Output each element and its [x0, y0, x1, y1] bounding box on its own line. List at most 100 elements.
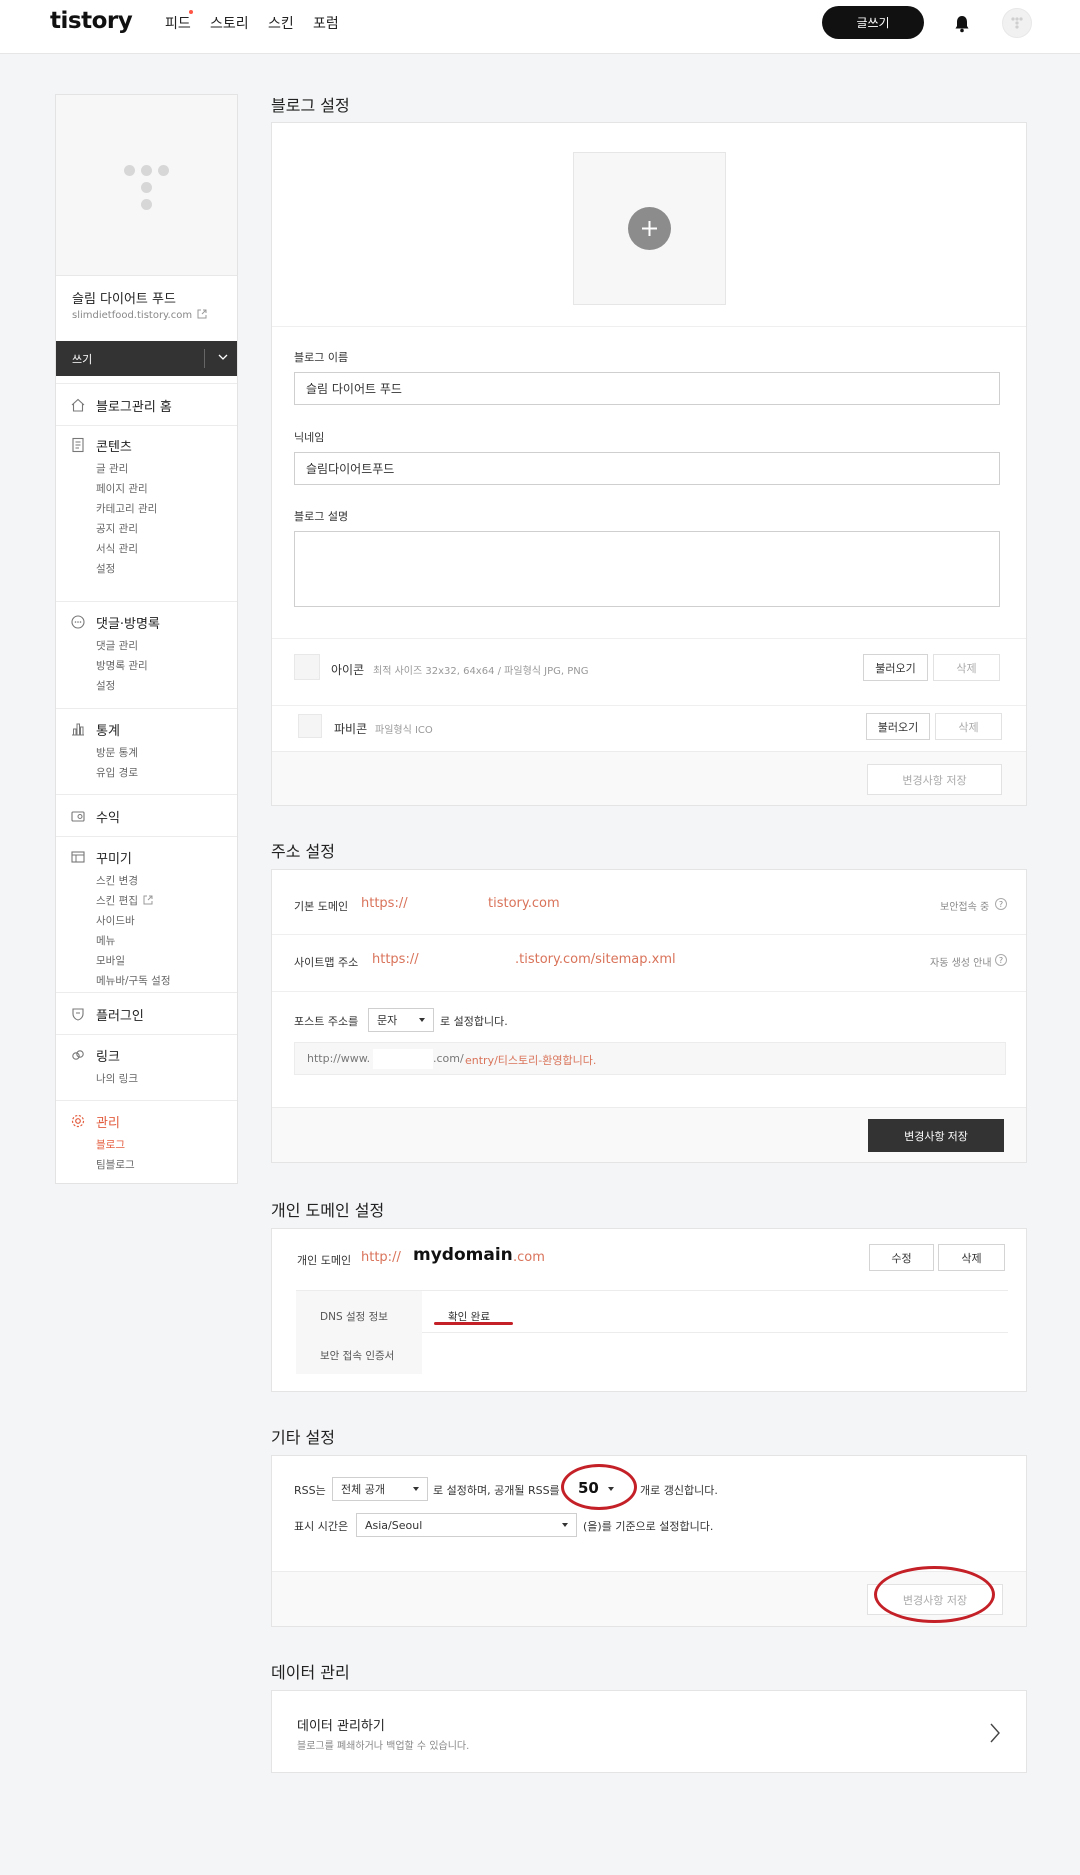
- sidebar-item-comment-manage[interactable]: 댓글 관리: [96, 638, 138, 653]
- preview-mid: .com/: [433, 1052, 464, 1065]
- rss-mid-label: 로 설정하며, 공개될 RSS를: [433, 1484, 560, 1497]
- sidebar-item-referrers[interactable]: 유입 경로: [96, 765, 138, 780]
- sidebar-item-pages[interactable]: 페이지 관리: [96, 481, 148, 496]
- blog-name-input[interactable]: 슬림 다이어트 푸드: [294, 372, 1000, 405]
- timezone-select[interactable]: Asia/Seoul: [356, 1513, 577, 1537]
- sidebar-item-skin-change[interactable]: 스킨 변경: [96, 873, 138, 888]
- sidebar-head-home[interactable]: 블로그관리 홈: [96, 396, 172, 415]
- custom-domain-title: 개인 도메인 설정: [271, 1201, 385, 1220]
- rss-visibility-select[interactable]: 전체 공개: [332, 1477, 428, 1501]
- blog-settings-footer: 변경사항 저장: [272, 751, 1026, 805]
- icon-hint: 최적 사이즈 32x32, 64x64 / 파일형식 JPG, PNG: [373, 666, 589, 677]
- help-icon[interactable]: ?: [995, 954, 1007, 966]
- external-link-icon: [143, 895, 153, 905]
- revenue-icon: [71, 811, 85, 822]
- chevron-right-icon[interactable]: [988, 1722, 1002, 1744]
- default-domain-suffix: tistory.com: [488, 896, 560, 911]
- blog-settings-save-button[interactable]: 변경사항 저장: [867, 764, 1002, 795]
- layout-icon: [71, 851, 85, 863]
- sidebar-item-categories[interactable]: 카테고리 관리: [96, 501, 157, 516]
- sidebar-section-home[interactable]: 블로그관리 홈: [56, 383, 237, 425]
- nickname-input[interactable]: 슬림다이어트푸드: [294, 452, 1000, 485]
- sidebar-section-plugin[interactable]: 플러그인: [56, 992, 237, 1034]
- sidebar-head-manage[interactable]: 관리: [96, 1112, 120, 1131]
- caret-down-icon: [419, 1018, 425, 1022]
- sidebar-item-menubar[interactable]: 메뉴바/구독 설정: [96, 973, 171, 988]
- favicon-load-button[interactable]: 불러오기: [866, 713, 930, 740]
- custom-domain-delete-button[interactable]: 삭제: [938, 1244, 1005, 1271]
- add-image-button[interactable]: [628, 207, 671, 250]
- sidebar-item-blog[interactable]: 블로그: [96, 1137, 125, 1152]
- icon-delete-button[interactable]: 삭제: [933, 654, 1000, 681]
- sidebar-item-mobile[interactable]: 모바일: [96, 953, 125, 968]
- sidebar-item-notices[interactable]: 공지 관리: [96, 521, 138, 536]
- nav-forum[interactable]: 포럼: [313, 13, 339, 33]
- help-icon[interactable]: ?: [995, 898, 1007, 910]
- sitemap-label: 사이트맵 주소: [294, 956, 359, 969]
- data-management-card-desc: 블로그를 폐쇄하거나 백업할 수 있습니다.: [297, 1741, 470, 1752]
- sidebar-item-menu[interactable]: 메뉴: [96, 933, 115, 948]
- caret-down-icon: [562, 1523, 568, 1527]
- sidebar-head-decorate[interactable]: 꾸미기: [96, 848, 132, 867]
- icon-preview: [294, 654, 320, 680]
- sidebar-head-stats[interactable]: 통계: [96, 720, 120, 739]
- nav-feed[interactable]: 피드: [165, 13, 191, 33]
- divider: [272, 326, 1026, 327]
- sidebar-blog-name: 슬림 다이어트 푸드: [72, 292, 176, 307]
- blog-thumbnail[interactable]: [56, 95, 237, 276]
- sidebar-item-comment-settings[interactable]: 설정: [96, 678, 115, 693]
- sidebar-item-team-blog[interactable]: 팀블로그: [96, 1157, 135, 1172]
- sidebar-item-sidebar[interactable]: 사이드바: [96, 913, 135, 928]
- address-settings-footer: 변경사항 저장: [272, 1107, 1026, 1162]
- sidebar-item-guestbook[interactable]: 방명록 관리: [96, 658, 148, 673]
- favicon-delete-button[interactable]: 삭제: [935, 713, 1002, 740]
- bell-icon[interactable]: [952, 14, 972, 34]
- sidebar: 슬림 다이어트 푸드 slimdietfood.tistory.com 쓰기 블…: [55, 94, 238, 1184]
- secure-connection-label: 보안접속 중: [940, 902, 990, 913]
- sitemap-suffix[interactable]: .tistory.com/sitemap.xml: [515, 952, 676, 967]
- home-icon: [71, 398, 85, 412]
- tistory-dot-icon: [141, 165, 152, 176]
- timezone-label: 표시 시간은: [294, 1520, 349, 1533]
- sidebar-head-link[interactable]: 링크: [96, 1046, 120, 1065]
- timezone-post-label: (을)를 기준으로 설정합니다.: [583, 1520, 714, 1533]
- sidebar-head-comments[interactable]: 댓글·방명록: [96, 613, 160, 632]
- annotation-circle: [561, 1464, 637, 1510]
- sidebar-item-posts[interactable]: 글 관리: [96, 461, 128, 476]
- blog-image-upload[interactable]: [573, 152, 726, 305]
- sidebar-item-content-settings[interactable]: 설정: [96, 561, 115, 576]
- sidebar-item-templates[interactable]: 서식 관리: [96, 541, 138, 556]
- sidebar-section-content: 콘텐츠 글 관리 페이지 관리 카테고리 관리 공지 관리 서식 관리 설정: [56, 425, 237, 601]
- sidebar-section-revenue[interactable]: 수익: [56, 794, 237, 836]
- sitemap-prefix: https://: [372, 952, 419, 967]
- blog-settings-title: 블로그 설정: [271, 96, 350, 115]
- new-dot-icon: [189, 10, 193, 14]
- sidebar-blog-url[interactable]: slimdietfood.tistory.com: [72, 309, 207, 321]
- data-management-card[interactable]: 데이터 관리하기 블로그를 폐쇄하거나 백업할 수 있습니다.: [271, 1690, 1027, 1773]
- sidebar-item-visit-stats[interactable]: 방문 통계: [96, 745, 138, 760]
- tistory-dot-icon: [141, 182, 152, 193]
- tistory-dot-icon: [141, 199, 152, 210]
- icon-label: 아이콘: [331, 663, 365, 677]
- sidebar-item-skin-edit[interactable]: 스킨 편집: [96, 893, 153, 908]
- profile-avatar[interactable]: [1002, 8, 1032, 38]
- tistory-logo[interactable]: tistory: [50, 8, 133, 34]
- blog-description-textarea[interactable]: [294, 531, 1000, 607]
- write-button[interactable]: 글쓰기: [822, 6, 924, 39]
- custom-domain-edit-button[interactable]: 수정: [869, 1244, 934, 1271]
- sidebar-head-plugin[interactable]: 플러그인: [96, 1005, 144, 1024]
- icon-load-button[interactable]: 불러오기: [863, 654, 928, 681]
- address-settings-save-button[interactable]: 변경사항 저장: [868, 1119, 1004, 1152]
- post-address-select[interactable]: 문자: [368, 1008, 434, 1032]
- sidebar-head-content[interactable]: 콘텐츠: [96, 436, 132, 455]
- redacted-area: [421, 950, 515, 970]
- sidebar-head-revenue[interactable]: 수익: [96, 807, 120, 826]
- nav-skin[interactable]: 스킨: [268, 13, 294, 33]
- plugin-icon: [72, 1008, 84, 1021]
- chevron-down-icon[interactable]: [216, 350, 230, 364]
- sidebar-item-my-links[interactable]: 나의 링크: [96, 1071, 138, 1086]
- nav-story[interactable]: 스토리: [210, 13, 249, 33]
- address-settings-title: 주소 설정: [271, 842, 335, 861]
- sidebar-write-button[interactable]: 쓰기: [56, 341, 237, 376]
- custom-domain-name: mydomain: [413, 1245, 513, 1265]
